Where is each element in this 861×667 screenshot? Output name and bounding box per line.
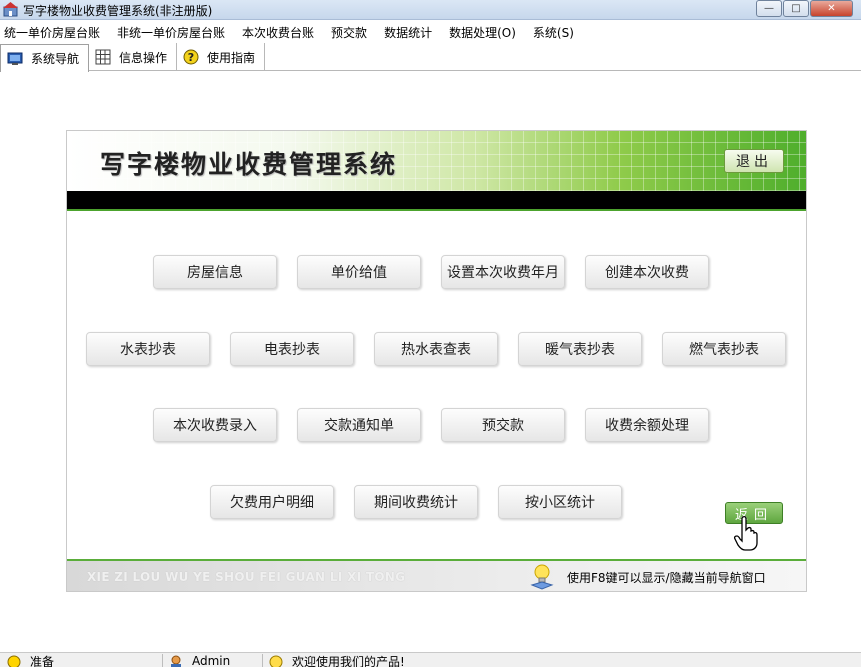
status-text: 准备 xyxy=(30,654,55,667)
window-title: 写字楼物业收费管理系统(非注册版) xyxy=(23,4,213,18)
menu-data-statistics[interactable]: 数据统计 xyxy=(384,24,432,41)
smiley-icon xyxy=(7,655,21,667)
status-bar: 准备 Admin 欢迎使用我们的产品! xyxy=(0,652,861,667)
navigation-panel: 写字楼物业收费管理系统 退出 房屋信息 单价给值 设置本次收费年月 创建本次收费… xyxy=(66,130,807,592)
monitor-icon xyxy=(7,51,23,67)
status-welcome: 欢迎使用我们的产品! xyxy=(268,654,405,667)
minimize-button[interactable]: — xyxy=(756,0,782,17)
unit-price-button[interactable]: 单价给值 xyxy=(297,255,421,289)
tab-label: 使用指南 xyxy=(207,50,256,65)
tab-user-guide[interactable]: ? 使用指南 xyxy=(177,43,266,71)
district-statistics-button[interactable]: 按小区统计 xyxy=(498,485,622,519)
menu-nonunified-price-ledger[interactable]: 非统一单价房屋台账 xyxy=(117,24,225,41)
heating-meter-button[interactable]: 暖气表抄表 xyxy=(518,332,642,366)
f8-hint-text: 使用F8键可以显示/隐藏当前导航窗口 xyxy=(567,571,766,585)
menu-current-fee-ledger[interactable]: 本次收费台账 xyxy=(242,24,314,41)
hot-water-meter-button[interactable]: 热水表查表 xyxy=(374,332,498,366)
house-info-button[interactable]: 房屋信息 xyxy=(153,255,277,289)
gas-meter-button[interactable]: 燃气表抄表 xyxy=(662,332,786,366)
arrears-detail-button[interactable]: 欠费用户明细 xyxy=(210,485,334,519)
info-icon xyxy=(269,655,283,667)
water-meter-button[interactable]: 水表抄表 xyxy=(86,332,210,366)
menu-bar: 统一单价房屋台账 非统一单价房屋台账 本次收费台账 预交款 数据统计 数据处理(… xyxy=(0,21,861,43)
banner: 写字楼物业收费管理系统 退出 xyxy=(67,131,806,191)
menu-data-processing[interactable]: 数据处理(O) xyxy=(449,24,516,41)
help-icon: ? xyxy=(183,49,199,65)
user-icon xyxy=(171,655,181,667)
status-ready: 准备 xyxy=(6,654,54,667)
banner-band xyxy=(67,191,806,209)
status-username: Admin xyxy=(192,654,231,667)
tab-information-operation[interactable]: 信息操作 xyxy=(89,43,178,71)
window-controls: — □ ✕ xyxy=(755,0,853,17)
footer-pinyin: XIE ZI LOU WU YE SHOU FEI GUAN LI XI TON… xyxy=(87,570,406,584)
menu-unified-price-ledger[interactable]: 统一单价房屋台账 xyxy=(4,24,100,41)
tab-label: 系统导航 xyxy=(31,52,80,66)
fee-entry-button[interactable]: 本次收费录入 xyxy=(153,408,277,442)
panel-footer: XIE ZI LOU WU YE SHOU FEI GUAN LI XI TON… xyxy=(67,561,806,591)
banner-title: 写字楼物业收费管理系统 xyxy=(100,150,398,179)
menu-system[interactable]: 系统(S) xyxy=(533,24,574,41)
svg-text:?: ? xyxy=(188,51,194,64)
status-separator xyxy=(162,654,163,667)
payment-notice-button[interactable]: 交款通知单 xyxy=(297,408,421,442)
tab-system-navigation[interactable]: 系统导航 xyxy=(0,44,90,72)
maximize-button[interactable]: □ xyxy=(783,0,809,17)
banner-divider xyxy=(67,209,806,211)
menu-prepayment[interactable]: 预交款 xyxy=(331,24,367,41)
exit-button[interactable]: 退出 xyxy=(724,149,784,173)
grid-icon xyxy=(95,49,111,65)
period-statistics-button[interactable]: 期间收费统计 xyxy=(354,485,478,519)
app-icon xyxy=(3,2,18,17)
prepayment-button[interactable]: 预交款 xyxy=(441,408,565,442)
tab-strip: 系统导航 信息操作 ? 使用指南 xyxy=(0,43,861,72)
status-message: 欢迎使用我们的产品! xyxy=(292,654,405,667)
title-bar: 写字楼物业收费管理系统(非注册版) — □ ✕ xyxy=(0,0,861,20)
electric-meter-button[interactable]: 电表抄表 xyxy=(230,332,354,366)
set-billing-month-button[interactable]: 设置本次收费年月 xyxy=(441,255,565,289)
lightbulb-icon xyxy=(530,564,554,590)
status-user: Admin xyxy=(168,654,230,667)
create-billing-button[interactable]: 创建本次收费 xyxy=(585,255,709,289)
status-separator xyxy=(262,654,263,667)
close-button[interactable]: ✕ xyxy=(810,0,853,17)
balance-processing-button[interactable]: 收费余额处理 xyxy=(585,408,709,442)
hand-cursor-icon xyxy=(733,515,758,551)
tab-label: 信息操作 xyxy=(119,50,168,65)
